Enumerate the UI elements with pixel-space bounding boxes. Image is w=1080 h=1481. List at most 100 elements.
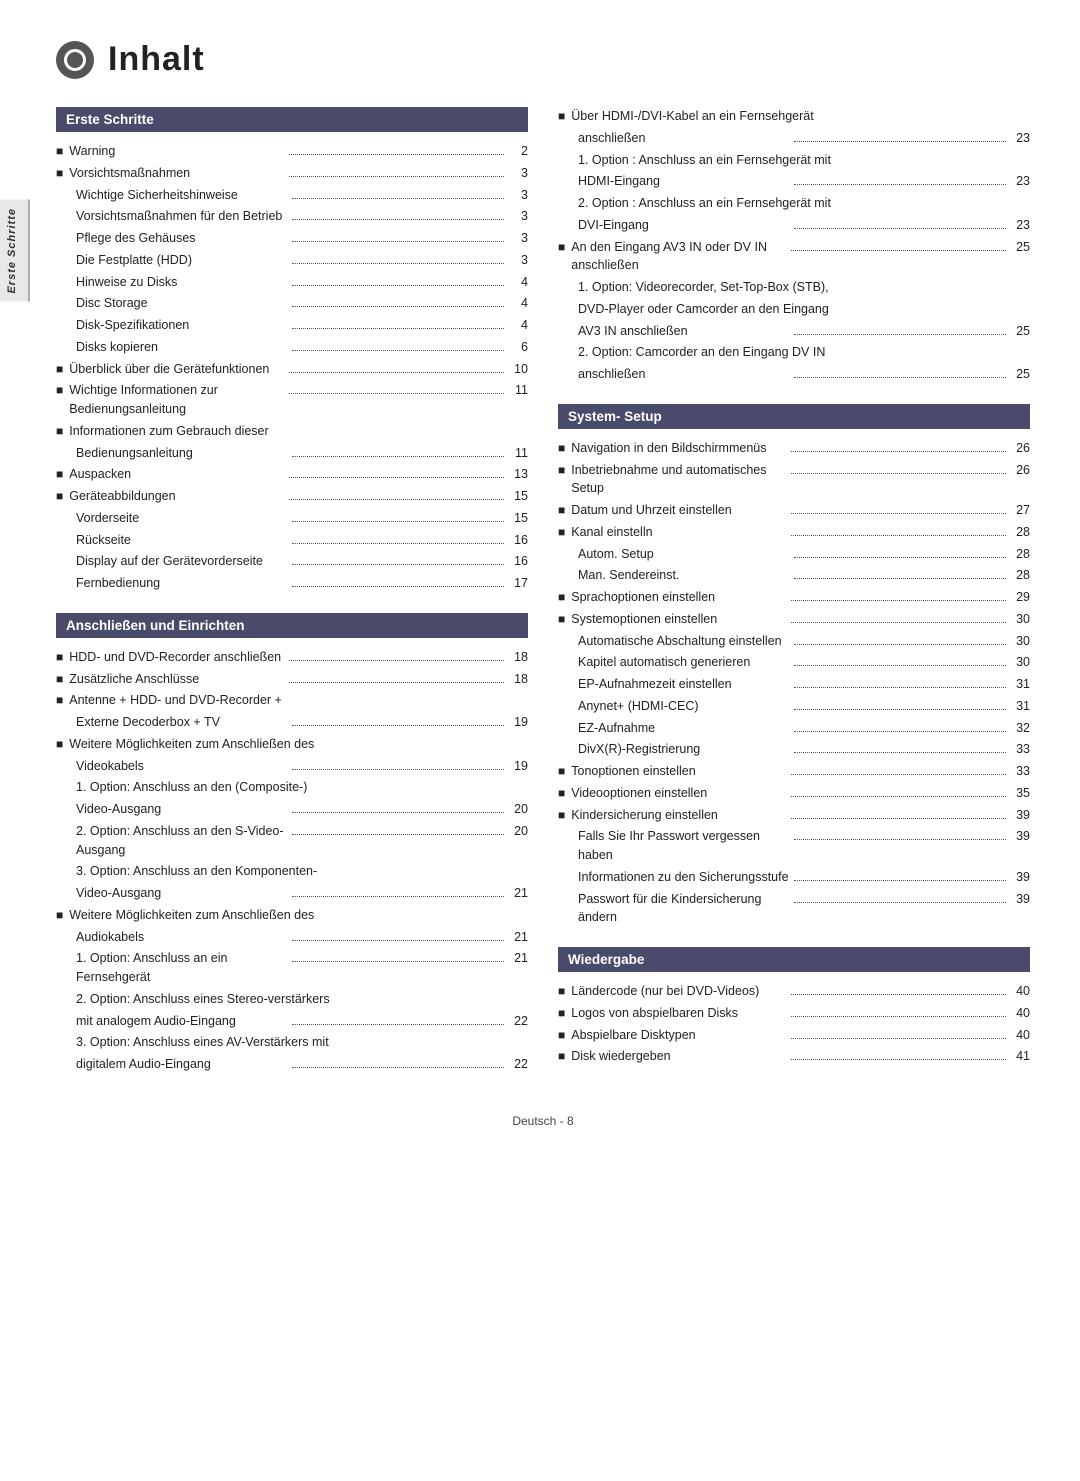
toc-page: 22 xyxy=(508,1012,528,1031)
toc-dots xyxy=(289,682,504,683)
toc-text: AV3 IN anschließen xyxy=(578,322,790,341)
toc-sub2-entry: 2. Option : Anschluss an ein Fernsehgerä… xyxy=(578,194,1030,213)
toc-text: Bedienungsanleitung xyxy=(76,444,288,463)
toc-entry-main: Tonoptionen einstellen 33 xyxy=(571,762,1030,781)
toc-dots xyxy=(794,334,1006,335)
toc-entry-main: Antenne + HDD- und DVD-Recorder + xyxy=(69,691,528,710)
toc-page: 11 xyxy=(508,381,528,400)
bullet-icon: ■ xyxy=(56,906,63,924)
toc-dots xyxy=(794,687,1006,688)
toc-entry-main: Informationen zum Gebrauch dieser xyxy=(69,422,528,441)
toc-page: 17 xyxy=(508,574,528,593)
toc-entry-main: Weitere Möglichkeiten zum Anschließen de… xyxy=(69,906,528,925)
toc-page: 30 xyxy=(1010,610,1030,629)
toc-page: 15 xyxy=(508,509,528,528)
toc-sub-entry: Informationen zu den Sicherungsstufe 39 xyxy=(578,868,1030,887)
toc-entry-main: Anynet+ (HDMI-CEC) 31 xyxy=(578,697,1030,716)
toc-page: 19 xyxy=(508,713,528,732)
toc-entry-main: Man. Sendereinst. 28 xyxy=(578,566,1030,585)
toc-text: Die Festplatte (HDD) xyxy=(76,251,288,270)
toc-dots xyxy=(794,709,1006,710)
toc-entry: ■ Überblick über die Gerätefunktionen 10 xyxy=(56,360,528,379)
toc-sub-entry: anschließen 23 xyxy=(578,129,1030,148)
columns: Erste Schritte ■ Warning 2 ■ xyxy=(56,107,1030,1094)
toc-entry-main: Disc Storage 4 xyxy=(76,294,528,313)
toc-sub-entry: Videokabels 19 xyxy=(76,757,528,776)
toc-entry: ■ Über HDMI-/DVI-Kabel an ein Fernsehger… xyxy=(558,107,1030,126)
toc-dots xyxy=(292,896,504,897)
toc-text: Passwort für die Kindersicherung ändern xyxy=(578,890,790,928)
toc-entry-main: digitalem Audio-Eingang 22 xyxy=(76,1055,528,1074)
toc-text: Externe Decoderbox + TV xyxy=(76,713,288,732)
toc-sub-entry: Wichtige Sicherheitshinweise 3 xyxy=(76,186,528,205)
toc-text: 2. Option: Anschluss an den S-Video-Ausg… xyxy=(76,822,288,860)
toc-entry-main: Geräteabbildungen 15 xyxy=(69,487,528,506)
toc-text: Automatische Abschaltung einstellen xyxy=(578,632,790,651)
toc-page: 29 xyxy=(1010,588,1030,607)
toc-entry-main: Über HDMI-/DVI-Kabel an ein Fernsehgerät xyxy=(571,107,1030,126)
toc-sub2-entry: 1. Option : Anschluss an ein Fernsehgerä… xyxy=(578,151,1030,170)
toc-entry: ■ Wichtige Informationen zur Bedienungsa… xyxy=(56,381,528,419)
toc-dots xyxy=(794,665,1006,666)
toc-sub2-entry: 2. Option: Anschluss eines Stereo-verstä… xyxy=(76,990,528,1009)
toc-text: 1. Option: Anschluss an ein Fernsehgerät xyxy=(76,949,288,987)
toc-page: 16 xyxy=(508,531,528,550)
toc-sub2-entry: Video-Ausgang 21 xyxy=(76,884,528,903)
toc-text: Fernbedienung xyxy=(76,574,288,593)
toc-dots xyxy=(289,176,504,177)
toc-entry-main: Ländercode (nur bei DVD-Videos) 40 xyxy=(571,982,1030,1001)
toc-entry: ■ Logos von abspielbaren Disks 40 xyxy=(558,1004,1030,1023)
toc-entry-main: 3. Option: Anschluss an den Komponenten- xyxy=(76,862,528,881)
footer-text: Deutsch - 8 xyxy=(512,1114,573,1128)
toc-text: Hinweise zu Disks xyxy=(76,273,288,292)
toc-entry: ■ Kanal einstelln 28 xyxy=(558,523,1030,542)
toc-sub-entry: Audiokabels 21 xyxy=(76,928,528,947)
toc-page: 3 xyxy=(508,251,528,270)
toc-sub2-entry: Video-Ausgang 20 xyxy=(76,800,528,819)
toc-page: 20 xyxy=(508,822,528,841)
toc-dots xyxy=(794,228,1006,229)
toc-entry: ■ Kindersicherung einstellen 39 xyxy=(558,806,1030,825)
toc-dots xyxy=(292,769,504,770)
toc-sub-entry: Hinweise zu Disks 4 xyxy=(76,273,528,292)
toc-text: Wichtige Informationen zur Bedienungsanl… xyxy=(69,381,284,419)
page-title: Inhalt xyxy=(108,40,205,79)
toc-entry: ■ Datum und Uhrzeit einstellen 27 xyxy=(558,501,1030,520)
toc-dots xyxy=(292,725,504,726)
toc-entry-main: Wichtige Informationen zur Bedienungsanl… xyxy=(69,381,528,419)
toc-entry: ■ Antenne + HDD- und DVD-Recorder + xyxy=(56,691,528,710)
toc-page: 33 xyxy=(1010,740,1030,759)
bullet-icon: ■ xyxy=(558,588,565,606)
toc-text: Kindersicherung einstellen xyxy=(571,806,786,825)
toc-page: 20 xyxy=(508,800,528,819)
toc-text: Antenne + HDD- und DVD-Recorder + xyxy=(69,691,528,710)
toc-sub-entry: Disk-Spezifikationen 4 xyxy=(76,316,528,335)
toc-entry-main: Audiokabels 21 xyxy=(76,928,528,947)
toc-text: Inbetriebnahme und automatisches Setup xyxy=(571,461,786,499)
toc-page: 31 xyxy=(1010,697,1030,716)
toc-sub2-entry: AV3 IN anschließen 25 xyxy=(578,322,1030,341)
toc-entry-main: Disk-Spezifikationen 4 xyxy=(76,316,528,335)
toc-page: 3 xyxy=(508,186,528,205)
toc-entry-main: Bedienungsanleitung 11 xyxy=(76,444,528,463)
bullet-icon: ■ xyxy=(56,648,63,666)
bullet-icon: ■ xyxy=(558,982,565,1000)
toc-entry: ■ Sprachoptionen einstellen 29 xyxy=(558,588,1030,607)
toc-sub2-entry: 3. Option: Anschluss an den Komponenten- xyxy=(76,862,528,881)
toc-page: 6 xyxy=(508,338,528,357)
toc-page: 21 xyxy=(508,949,528,968)
toc-text: 2. Option: Camcorder an den Eingang DV I… xyxy=(578,343,1030,362)
toc-dots xyxy=(791,600,1006,601)
bullet-icon: ■ xyxy=(558,1047,565,1065)
toc-entry-main: Vorsichtsmaßnahmen 3 xyxy=(69,164,528,183)
toc-entry: ■ Weitere Möglichkeiten zum Anschließen … xyxy=(56,906,528,925)
toc-text: Pflege des Gehäuses xyxy=(76,229,288,248)
page-container: Erste Schritte Inhalt Erste Schritte ■ xyxy=(0,0,1080,1481)
toc-text: Disks kopieren xyxy=(76,338,288,357)
toc-page: 4 xyxy=(508,316,528,335)
bullet-icon: ■ xyxy=(558,238,565,256)
toc-entry: ■ Inbetriebnahme und automatisches Setup… xyxy=(558,461,1030,499)
toc-text: Warning xyxy=(69,142,284,161)
toc-text: Audiokabels xyxy=(76,928,288,947)
toc-dots xyxy=(791,473,1006,474)
